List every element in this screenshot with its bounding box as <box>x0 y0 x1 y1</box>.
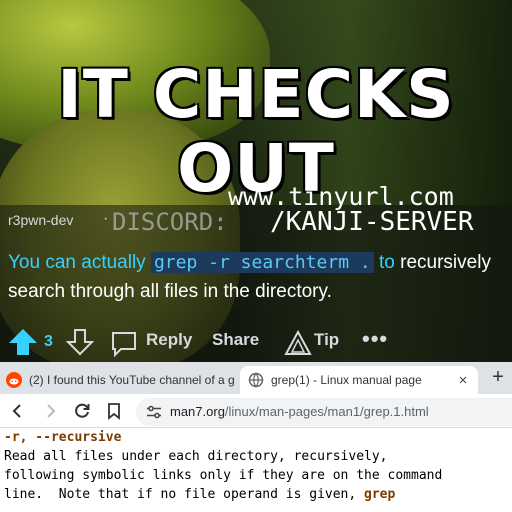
new-tab-button[interactable]: + <box>486 366 510 390</box>
username-separator: · <box>103 210 109 227</box>
upvote-icon[interactable] <box>8 328 38 361</box>
close-tab-icon[interactable]: × <box>454 372 472 389</box>
tip-button[interactable]: Tip <box>314 330 339 350</box>
tab-reddit[interactable]: (2) I found this YouTube channel of a g <box>6 366 238 394</box>
tab-grep-manual[interactable]: grep(1) - Linux manual page × <box>240 366 478 394</box>
comment-username[interactable]: r3pwn-dev <box>8 212 73 228</box>
browser-toolbar: man7.org/linux/man-pages/man1/grep.1.htm… <box>0 394 512 428</box>
bookmark-icon[interactable] <box>104 401 124 421</box>
comment-bubble-icon[interactable] <box>110 330 138 362</box>
meme-discord-label: DISCORD: <box>112 208 228 236</box>
man-text-line: line. Note that if no file operand is gi… <box>4 487 365 502</box>
reply-button[interactable]: Reply <box>146 330 192 350</box>
forward-icon[interactable] <box>40 401 60 421</box>
comment-code-snippet: grep -r searchterm . <box>150 252 374 273</box>
comment-to-text: to <box>379 252 395 273</box>
tab-title: grep(1) - Linux manual page <box>271 373 422 387</box>
address-bar[interactable]: man7.org/linux/man-pages/man1/grep.1.htm… <box>136 398 512 426</box>
man-text-line: Read all files under each directory, rec… <box>4 449 388 464</box>
comment-body: You can actually grep -r searchterm . to… <box>8 248 508 306</box>
url-domain: man7.org <box>170 404 225 419</box>
comment-actions: 3 Reply Share Tip ••• <box>6 326 506 360</box>
man-text-line: following symbolic links only if they ar… <box>4 468 443 483</box>
option-heading: -r, --recursive <box>4 430 122 445</box>
browser-tab-bar: (2) I found this YouTube channel of a g … <box>0 362 512 394</box>
share-button[interactable]: Share <box>212 330 259 350</box>
back-icon[interactable] <box>8 401 28 421</box>
grep-command-text: grep <box>364 487 396 502</box>
comment-lead-text: You can actually <box>8 252 146 273</box>
site-settings-icon[interactable] <box>146 405 162 424</box>
tab-title: (2) I found this YouTube channel of a g <box>29 373 235 387</box>
reload-icon[interactable] <box>72 401 92 421</box>
url-text: man7.org/linux/man-pages/man1/grep.1.htm… <box>170 404 429 419</box>
more-options-icon[interactable]: ••• <box>362 326 388 352</box>
tip-icon[interactable] <box>284 329 312 361</box>
reddit-icon <box>6 372 22 388</box>
man-page-content: -r, --recursive Read all files under eac… <box>0 428 512 512</box>
downvote-icon[interactable] <box>65 328 95 361</box>
meme-image: IT CHECKS OUT www.tinyurl.com DISCORD: /… <box>0 0 512 362</box>
meme-server-text: /KANJI-SERVER <box>270 207 474 237</box>
globe-icon <box>248 372 264 388</box>
url-path: /linux/man-pages/man1/grep.1.html <box>224 404 429 419</box>
vote-count: 3 <box>44 333 53 350</box>
